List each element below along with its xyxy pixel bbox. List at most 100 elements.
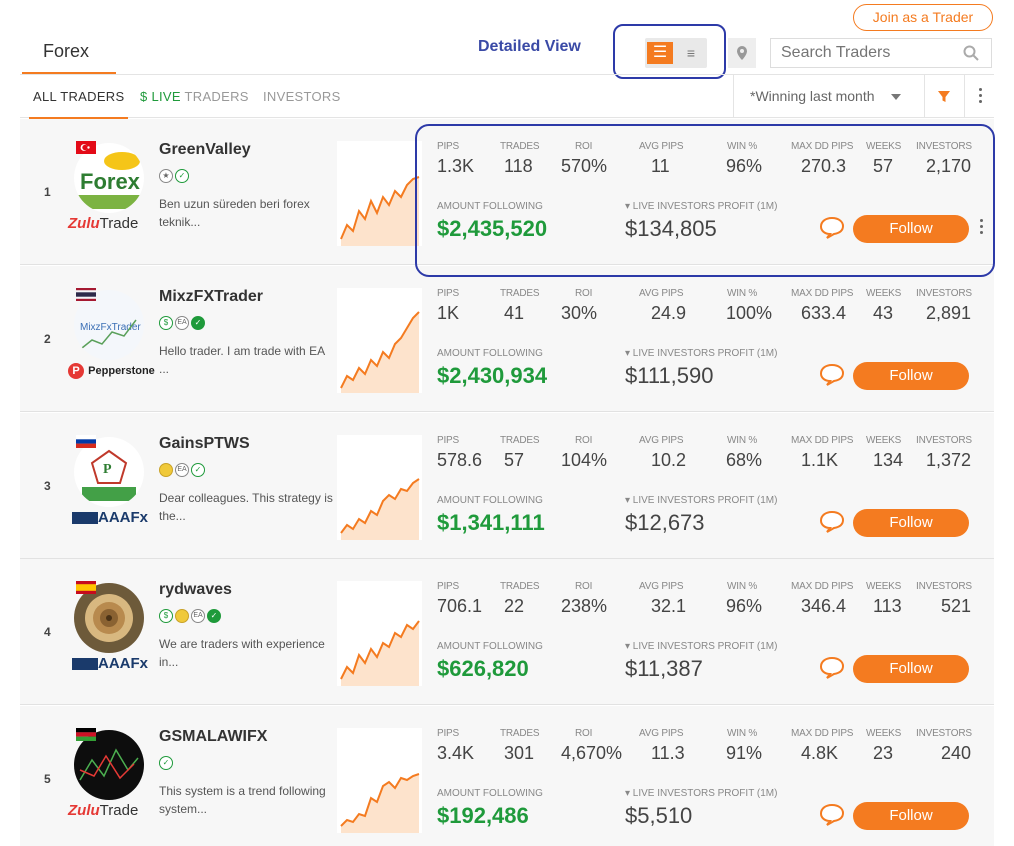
detailed-view-label: Detailed View (478, 38, 581, 55)
chat-bubble-icon[interactable] (819, 509, 845, 533)
ea-badge-icon: EA (175, 463, 189, 477)
verified-badge-icon: ✓ (175, 169, 189, 183)
chat-bubble-icon[interactable] (819, 362, 845, 386)
tab-live-traders[interactable]: $ LIVE TRADERS (140, 89, 249, 104)
trader-row[interactable]: 5 ZuluTrade GSMALAWIFX ✓ This system is a tr… (20, 706, 994, 846)
stat-label-weeks: WEEKS (866, 288, 902, 299)
performance-sparkline[interactable] (337, 141, 422, 246)
trader-badges: $ EA ✓ (159, 316, 205, 331)
chat-bubble-icon[interactable] (819, 802, 845, 826)
trader-description: This system is a trend following system.… (159, 784, 326, 816)
amount-following-value: $626,820 (437, 656, 529, 681)
stat-value-investors: 1,372 (925, 450, 971, 470)
stat-value-investors: 240 (940, 743, 971, 763)
filter-icon (938, 91, 950, 102)
live-profit-label[interactable]: ▾ LIVE INVESTORS PROFIT (1M) (625, 788, 777, 799)
stat-label-max-dd: MAX DD PIPS (791, 581, 854, 592)
stat-value-roi: 238% (561, 596, 608, 616)
stat-label-weeks: WEEKS (866, 728, 902, 739)
stat-label-avg-pips: AVG PIPS (639, 435, 684, 446)
verified-badge-icon: ✓ (159, 756, 173, 770)
stat-label-weeks: WEEKS (866, 435, 902, 446)
rank-number: 5 (44, 772, 51, 786)
location-button[interactable] (728, 38, 756, 68)
amount-following-label: AMOUNT FOLLOWING (437, 788, 543, 799)
stat-label-avg-pips: AVG PIPS (639, 288, 684, 299)
performance-sparkline[interactable] (337, 581, 422, 686)
search-icon[interactable] (963, 45, 979, 61)
stat-label-win: WIN % (727, 728, 758, 739)
live-profit-label[interactable]: ▾ LIVE INVESTORS PROFIT (1M) (625, 641, 777, 652)
trader-name[interactable]: rydwaves (159, 581, 232, 599)
stat-value-roi: 4,670% (561, 743, 623, 763)
follow-button[interactable]: Follow (853, 655, 969, 683)
stat-label-trades: TRADES (500, 435, 540, 446)
trader-description: Ben uzun süreden beri forex teknik... (159, 197, 310, 229)
amount-following-value: $192,486 (437, 803, 529, 828)
stat-label-roi: ROI (575, 728, 593, 739)
stat-label-trades: TRADES (500, 728, 540, 739)
live-profit-label[interactable]: ▾ LIVE INVESTORS PROFIT (1M) (625, 348, 777, 359)
follow-button[interactable]: Follow (853, 509, 969, 537)
live-profit-value: $11,387 (625, 656, 703, 681)
stat-value-pips: 1K (437, 303, 460, 323)
stat-value-win: 91% (726, 743, 763, 763)
follow-button[interactable]: Follow (853, 362, 969, 390)
stat-value-avg-pips: 11.3 (651, 743, 685, 763)
amount-following-label: AMOUNT FOLLOWING (437, 641, 543, 652)
trader-name[interactable]: GreenValley (159, 141, 251, 159)
search-input[interactable] (771, 39, 951, 67)
stat-value-avg-pips: 10.2 (651, 450, 687, 470)
trader-name[interactable]: GSMALAWIFX (159, 728, 267, 746)
stat-label-pips: PIPS (437, 581, 459, 592)
trader-badges: ✓ (159, 756, 173, 771)
stat-label-pips: PIPS (437, 728, 459, 739)
stat-label-roi: ROI (575, 581, 593, 592)
live-profit-value: $5,510 (625, 803, 693, 828)
stat-label-pips: PIPS (437, 435, 459, 446)
live-money-badge-icon: $ (159, 609, 173, 623)
filter-button[interactable] (924, 75, 962, 117)
tab-forex[interactable]: Forex (22, 38, 116, 74)
trader-row[interactable]: 4 AAAFx rydwaves $ EA ✓ We are traders with ex… (20, 559, 994, 705)
more-options-button[interactable] (964, 75, 994, 117)
ea-badge-icon: EA (175, 316, 189, 330)
trader-name[interactable]: GainsPTWS (159, 435, 250, 453)
join-as-trader-button[interactable]: Join as a Trader (853, 4, 993, 31)
vertical-dots-icon (979, 88, 983, 106)
rank-number: 2 (44, 332, 51, 346)
trader-description: Dear colleagues. This strategy is the... (159, 491, 333, 523)
stat-label-max-dd: MAX DD PIPS (791, 288, 854, 299)
stat-label-max-dd: MAX DD PIPS (791, 435, 854, 446)
broker-logo: P Pepperstone (68, 362, 155, 380)
stat-value-max-dd: 1.1K (801, 450, 839, 470)
tab-all-traders[interactable]: ALL TRADERS (28, 89, 129, 119)
performance-sparkline[interactable] (337, 728, 422, 833)
trader-name[interactable]: MixzFXTrader (159, 288, 263, 306)
performance-sparkline[interactable] (337, 288, 422, 393)
trader-row[interactable]: 2 MixzFxTrader P Pepperstone MixzFXTrader $ E… (20, 266, 994, 412)
page: Join as a Trader Forex Detailed View ☰ ≡… (0, 0, 1014, 846)
performance-sparkline[interactable] (337, 435, 422, 540)
verified-badge-icon: ✓ (191, 463, 205, 477)
chat-bubble-icon[interactable] (819, 655, 845, 679)
stat-value-investors: 521 (940, 596, 971, 616)
follow-button[interactable]: Follow (853, 802, 969, 830)
stats-annotation-box (415, 124, 995, 277)
svg-text:Forex: Forex (80, 169, 141, 194)
rank-number: 3 (44, 479, 51, 493)
live-profit-label[interactable]: ▾ LIVE INVESTORS PROFIT (1M) (625, 495, 777, 506)
rank-number: 4 (44, 625, 51, 639)
tab-investors[interactable]: INVESTORS (263, 89, 341, 104)
stat-value-weeks: 43 (873, 303, 894, 323)
live-profit-value: $111,590 (625, 363, 714, 388)
stat-label-trades: TRADES (500, 288, 540, 299)
stat-value-weeks: 23 (873, 743, 894, 763)
verified-badge-icon: ✓ (191, 316, 205, 330)
stat-label-win: WIN % (727, 435, 758, 446)
stat-value-weeks: 134 (873, 450, 904, 470)
stat-label-pips: PIPS (437, 288, 459, 299)
stat-value-avg-pips: 32.1 (651, 596, 687, 616)
trader-badges: $ EA ✓ (159, 609, 221, 624)
trader-row[interactable]: 3 P AAAFx GainsPTWS EA ✓ Dear colleagues. This… (20, 413, 994, 559)
